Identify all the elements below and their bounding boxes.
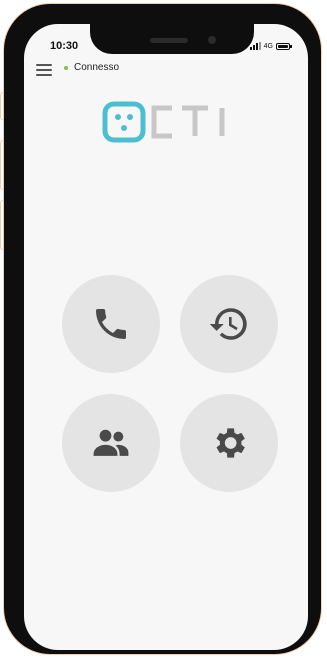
app-screen: 10:30 4G Connesso (24, 24, 308, 650)
network-type: 4G (263, 42, 273, 50)
contacts-button[interactable] (62, 394, 160, 492)
status-indicators: 4G (249, 42, 292, 50)
page: 10:30 4G Connesso (0, 0, 327, 659)
history-icon (209, 308, 247, 340)
connection-dot (64, 65, 68, 70)
settings-icon (216, 428, 245, 458)
status-time: 10:30 (50, 40, 79, 52)
battery-icon (276, 42, 292, 50)
phone-notch (90, 24, 254, 54)
front-camera (208, 36, 216, 44)
contacts-icon (93, 429, 129, 456)
call-button[interactable] (62, 275, 160, 373)
history-button[interactable] (180, 275, 278, 373)
signal-icon (249, 42, 261, 50)
connection-status: Connesso (64, 62, 119, 73)
speaker-grille (150, 38, 188, 43)
brand-logo (102, 99, 242, 145)
brand-logo-graphic (102, 101, 225, 143)
phone-icon (96, 309, 126, 339)
settings-button[interactable] (180, 394, 278, 492)
connection-label: Connesso (74, 62, 120, 73)
phone-frame: 10:30 4G Connesso (4, 4, 321, 654)
menu-icon[interactable] (36, 64, 52, 76)
